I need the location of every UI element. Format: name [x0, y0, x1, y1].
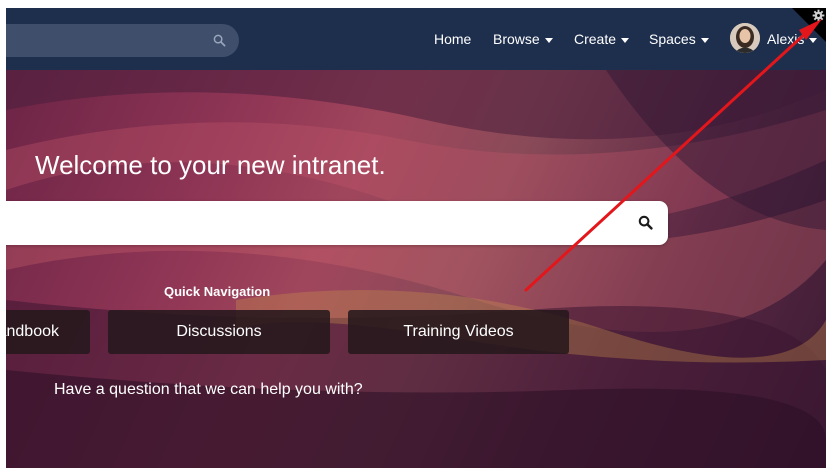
quick-nav-training-videos-label: Training Videos [403, 323, 514, 340]
quick-nav-handbook-button[interactable]: Handbook [6, 310, 90, 354]
avatar-photo [730, 23, 760, 53]
nav-home[interactable]: Home [434, 8, 471, 70]
nav-browse-label: Browse [493, 31, 540, 47]
search-icon[interactable] [213, 34, 226, 47]
help-question-text: Have a question that we can help you wit… [54, 381, 363, 398]
welcome-heading: Welcome to your new intranet. [35, 150, 386, 180]
nav-home-label: Home [434, 31, 472, 47]
quick-nav-discussions-button[interactable]: Discussions [108, 310, 330, 354]
header-search-input[interactable] [6, 24, 239, 57]
nav-spaces-label: Spaces [649, 31, 696, 47]
nav-create-label: Create [574, 31, 617, 47]
caret-down-icon [621, 37, 630, 43]
quick-nav-handbook-label: Handbook [6, 323, 59, 340]
caret-down-icon [700, 37, 709, 43]
quick-nav-discussions-label: Discussions [176, 323, 262, 340]
nav-browse[interactable]: Browse [493, 8, 553, 70]
search-icon[interactable] [638, 215, 653, 230]
quick-navigation-title: Quick Navigation [164, 284, 271, 299]
main-search-input[interactable] [6, 201, 668, 245]
gear-icon[interactable] [812, 9, 825, 22]
user-avatar[interactable] [730, 23, 760, 53]
top-header: Home Browse Create Spaces Alexis [6, 8, 826, 70]
nav-create[interactable]: Create [574, 8, 630, 70]
nav-spaces[interactable]: Spaces [649, 8, 709, 70]
app-frame: Home Browse Create Spaces Alexis Welcome… [6, 8, 826, 468]
hero-banner: Welcome to your new intranet. Quick Navi… [6, 70, 826, 468]
quick-nav-training-videos-button[interactable]: Training Videos [348, 310, 569, 354]
caret-down-icon [544, 37, 553, 43]
hero-background-image [6, 70, 826, 468]
